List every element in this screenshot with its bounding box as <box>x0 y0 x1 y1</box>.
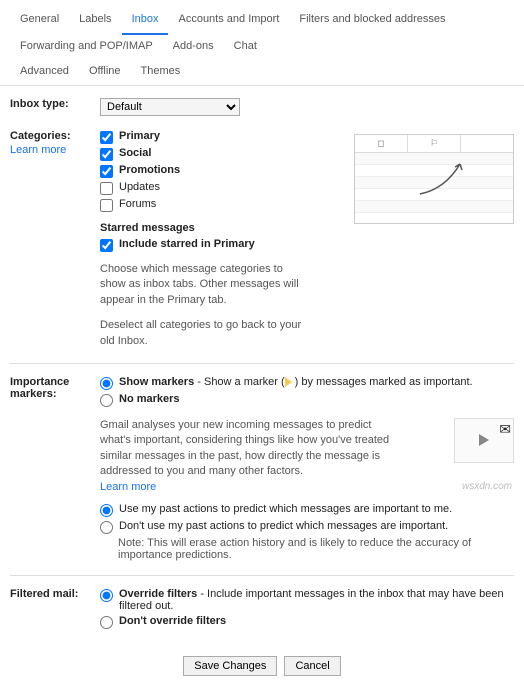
people-icon: ⚐ <box>430 138 438 149</box>
no-markers-option[interactable]: No markers <box>100 393 514 407</box>
override-filters-radio[interactable] <box>100 589 113 602</box>
tab-forwarding[interactable]: Forwarding and POP/IMAP <box>10 35 163 60</box>
importance-analysis-desc: Gmail analyses your new incoming message… <box>100 418 400 495</box>
category-primary-checkbox[interactable] <box>100 131 113 144</box>
cancel-button[interactable]: Cancel <box>284 656 340 676</box>
preview-tab-social: ⚐ <box>408 135 461 152</box>
tab-advanced[interactable]: Advanced <box>10 60 79 85</box>
inbox-type-select[interactable]: Default <box>100 98 240 116</box>
importance-learn-more-link[interactable]: Learn more <box>100 481 156 493</box>
tab-inbox[interactable]: Inbox <box>122 8 169 35</box>
category-forums-checkbox[interactable] <box>100 199 113 212</box>
tab-chat[interactable]: Chat <box>224 35 267 60</box>
preview-row <box>355 177 513 189</box>
preview-row <box>355 165 513 177</box>
dont-use-past-actions-radio[interactable] <box>100 521 113 534</box>
tab-general[interactable]: General <box>10 8 69 35</box>
importance-marker-icon <box>285 377 295 387</box>
past-actions-note: Note: This will erase action history and… <box>118 537 514 561</box>
preview-row <box>355 201 513 213</box>
save-changes-button[interactable]: Save Changes <box>183 656 277 676</box>
dont-override-filters-radio[interactable] <box>100 616 113 629</box>
settings-tabs: General Labels Inbox Accounts and Import… <box>0 0 524 86</box>
inbox-icon: ◻ <box>377 138 384 149</box>
row-categories: Categories: Learn more Primary Social Pr… <box>10 130 514 349</box>
categories-desc-2: Deselect all categories to go back to yo… <box>100 318 310 349</box>
row-filtered-mail: Filtered mail: Override filters - Includ… <box>10 588 514 632</box>
doodle-icon: ✉ <box>499 421 511 438</box>
separator <box>10 575 514 576</box>
tab-row-2: Advanced Offline Themes <box>10 60 514 85</box>
override-filters-option[interactable]: Override filters - Include important mes… <box>100 588 514 612</box>
separator <box>10 363 514 364</box>
tab-filters[interactable]: Filters and blocked addresses <box>289 8 455 35</box>
preview-tab-empty <box>461 135 513 152</box>
starred-messages-heading: Starred messages <box>100 222 344 234</box>
button-row: Save Changes Cancel <box>10 646 514 682</box>
tab-addons[interactable]: Add-ons <box>163 35 224 60</box>
importance-label: Importance markers: <box>10 376 100 561</box>
tab-labels[interactable]: Labels <box>69 8 121 35</box>
categories-desc-1: Choose which message categories to show … <box>100 262 310 308</box>
tab-accounts[interactable]: Accounts and Import <box>168 8 289 35</box>
play-icon <box>479 434 489 446</box>
categories-label: Categories: Learn more <box>10 130 100 349</box>
row-importance: Importance markers: Show markers - Show … <box>10 376 514 561</box>
dont-override-filters-option[interactable]: Don't override filters <box>100 615 514 629</box>
dont-use-past-actions-option[interactable]: Don't use my past actions to predict whi… <box>100 520 514 534</box>
category-social[interactable]: Social <box>100 147 344 161</box>
show-markers-radio[interactable] <box>100 377 113 390</box>
watermark: wsxdn.com <box>462 481 512 492</box>
include-starred[interactable]: Include starred in Primary <box>100 238 344 252</box>
category-updates[interactable]: Updates <box>100 181 344 195</box>
use-past-actions-radio[interactable] <box>100 504 113 517</box>
include-starred-checkbox[interactable] <box>100 239 113 252</box>
category-forums[interactable]: Forums <box>100 198 344 212</box>
categories-learn-more-link[interactable]: Learn more <box>10 144 100 156</box>
preview-row <box>355 189 513 201</box>
use-past-actions-option[interactable]: Use my past actions to predict which mes… <box>100 503 514 517</box>
tab-themes[interactable]: Themes <box>131 60 191 85</box>
importance-video-thumb[interactable]: ✉ <box>454 418 514 463</box>
preview-row <box>355 153 513 165</box>
inbox-type-label: Inbox type: <box>10 98 100 116</box>
show-markers-option[interactable]: Show markers - Show a marker () by messa… <box>100 376 514 390</box>
tab-offline[interactable]: Offline <box>79 60 131 85</box>
tab-row-1: General Labels Inbox Accounts and Import… <box>10 8 514 60</box>
category-social-checkbox[interactable] <box>100 148 113 161</box>
category-updates-checkbox[interactable] <box>100 182 113 195</box>
row-inbox-type: Inbox type: Default <box>10 98 514 116</box>
category-promotions[interactable]: Promotions <box>100 164 344 178</box>
preview-tab-primary: ◻ <box>355 135 408 152</box>
category-promotions-checkbox[interactable] <box>100 165 113 178</box>
filtered-mail-label: Filtered mail: <box>10 588 100 632</box>
inbox-preview: ◻ ⚐ <box>354 134 514 224</box>
no-markers-radio[interactable] <box>100 394 113 407</box>
category-primary[interactable]: Primary <box>100 130 344 144</box>
